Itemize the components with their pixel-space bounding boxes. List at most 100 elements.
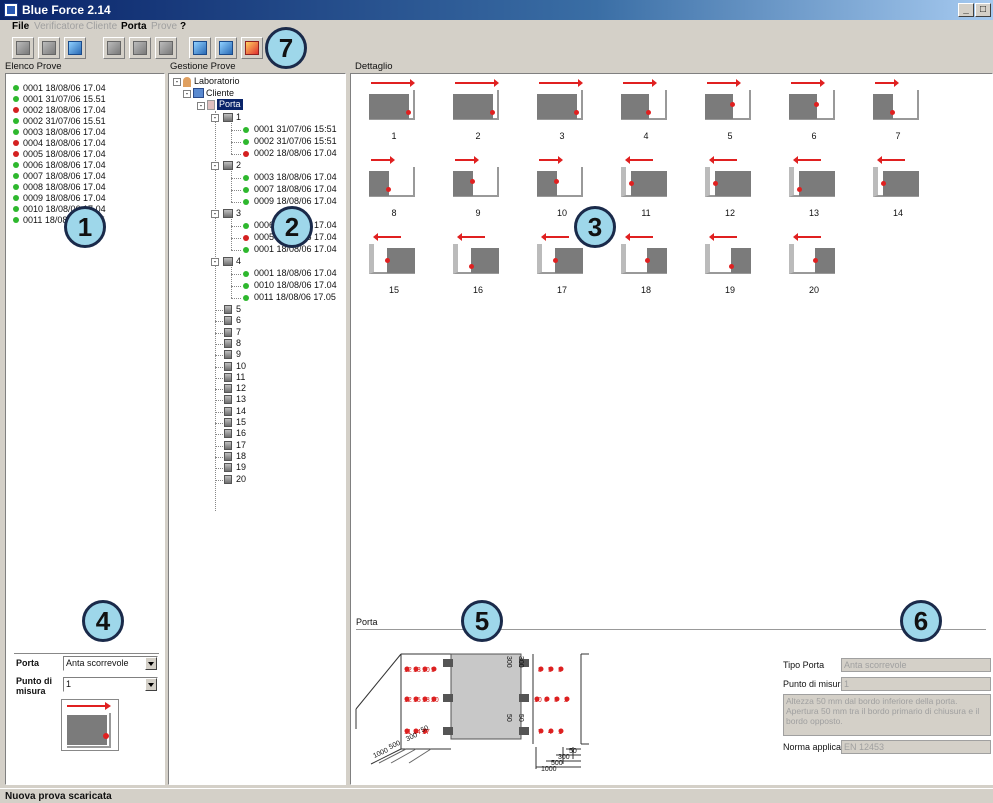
- position-thumbnail[interactable]: [453, 156, 503, 199]
- list-item[interactable]: 0008 18/08/06 17.04: [11, 182, 161, 193]
- open-test-button[interactable]: [12, 37, 34, 59]
- position-thumbnail[interactable]: [705, 156, 755, 199]
- tree-test-item[interactable]: 0010 18/08/06 17.04: [254, 280, 337, 291]
- tipo-porta-field[interactable]: Anta scorrevole: [841, 658, 991, 672]
- position-thumbnail[interactable]: [873, 156, 923, 199]
- door-group-icon: [224, 440, 232, 450]
- tree-group-label[interactable]: 19: [236, 462, 246, 473]
- position-thumbnail[interactable]: [621, 233, 671, 276]
- list-item[interactable]: 0001 18/08/06 17.04: [11, 83, 161, 94]
- tool-b-button[interactable]: [129, 37, 151, 59]
- tree-cliente[interactable]: Cliente: [206, 88, 234, 99]
- tree-group-label[interactable]: 3: [236, 208, 241, 219]
- tree-group-label[interactable]: 4: [236, 256, 241, 267]
- tree-laboratorio[interactable]: Laboratorio: [194, 76, 240, 87]
- position-thumbnail[interactable]: [705, 233, 755, 276]
- list-item[interactable]: 0003 18/08/06 17.04: [11, 127, 161, 138]
- collapse-icon[interactable]: -: [211, 114, 219, 122]
- tree-line: [231, 238, 241, 239]
- list-item[interactable]: 0006 18/08/06 17.04: [11, 160, 161, 171]
- save-test-button[interactable]: [38, 37, 60, 59]
- tool-a-button[interactable]: [103, 37, 125, 59]
- menu-file[interactable]: File: [12, 21, 29, 32]
- list-item[interactable]: 0005 18/08/06 17.04: [11, 149, 161, 160]
- tree-test-item[interactable]: 0002 31/07/06 15:51: [254, 136, 337, 147]
- tree-group-label[interactable]: 17: [236, 440, 246, 451]
- collapse-icon[interactable]: -: [173, 78, 181, 86]
- tree-group-label[interactable]: 9: [236, 349, 241, 360]
- collapse-icon[interactable]: -: [211, 258, 219, 266]
- porta-select[interactable]: Anta scorrevole: [63, 656, 158, 671]
- chevron-down-icon[interactable]: [145, 678, 157, 691]
- list-item[interactable]: 0001 31/07/06 15.51: [11, 94, 161, 105]
- maximize-button[interactable]: □: [975, 3, 991, 17]
- tree-group-label[interactable]: 6: [236, 315, 241, 326]
- tree-test-item[interactable]: 0001 18/08/06 17.04: [254, 268, 337, 279]
- punto-misura-field[interactable]: 1: [841, 677, 991, 691]
- tree-test-item[interactable]: 0001 31/07/06 15:51: [254, 124, 337, 135]
- minimize-button[interactable]: _: [958, 3, 974, 17]
- list-item[interactable]: 0004 18/08/06 17.04: [11, 138, 161, 149]
- chevron-down-icon[interactable]: [145, 657, 157, 670]
- door-button[interactable]: [189, 37, 211, 59]
- position-thumbnail[interactable]: [537, 156, 587, 199]
- position-thumbnail[interactable]: [369, 233, 419, 276]
- tree-test-item[interactable]: 0007 18/08/06 17.04: [254, 184, 337, 195]
- tree-group-label[interactable]: 13: [236, 394, 246, 405]
- tree-group-label[interactable]: 1: [236, 112, 241, 123]
- menu-cliente[interactable]: Cliente: [86, 21, 117, 32]
- menu-porta[interactable]: Porta: [121, 21, 147, 32]
- menu-prove[interactable]: Prove: [151, 21, 177, 32]
- tool-c-button[interactable]: [155, 37, 177, 59]
- point-label: 12: [404, 667, 412, 674]
- tree-group-label[interactable]: 12: [236, 383, 246, 394]
- tree-group-label[interactable]: 10: [236, 361, 246, 372]
- tree-group-label[interactable]: 7: [236, 327, 241, 338]
- tree-group-label[interactable]: 18: [236, 451, 246, 462]
- tree-group-label[interactable]: 16: [236, 428, 246, 439]
- position-thumbnail[interactable]: [873, 79, 923, 122]
- collapse-icon[interactable]: -: [197, 102, 205, 110]
- list-item[interactable]: 0002 18/08/06 17.04: [11, 105, 161, 116]
- position-thumbnail[interactable]: [789, 233, 839, 276]
- delete-button[interactable]: [241, 37, 263, 59]
- tree-test-item[interactable]: 0002 18/08/06 17.04: [254, 148, 337, 159]
- position-thumbnail[interactable]: [621, 79, 671, 122]
- menu-verificatore[interactable]: Verificatore: [34, 21, 84, 32]
- description-field[interactable]: Altezza 50 mm dal bordo inferiore della …: [783, 694, 991, 736]
- tree-group-label[interactable]: 11: [236, 372, 245, 383]
- position-thumbnail[interactable]: [369, 79, 419, 122]
- tree-test-item[interactable]: 0003 18/08/06 17.04: [254, 172, 337, 183]
- position-thumbnail[interactable]: [705, 79, 755, 122]
- collapse-icon[interactable]: -: [183, 90, 191, 98]
- tree-line: [215, 456, 223, 458]
- tree-group-label[interactable]: 2: [236, 160, 241, 171]
- tree-group-label[interactable]: 8: [236, 338, 241, 349]
- tree-group-label[interactable]: 14: [236, 406, 246, 417]
- door-color-button[interactable]: [215, 37, 237, 59]
- collapse-icon[interactable]: -: [211, 162, 219, 170]
- position-thumbnail[interactable]: [789, 156, 839, 199]
- position-thumbnail[interactable]: [621, 156, 671, 199]
- norma-field[interactable]: EN 12453: [841, 740, 991, 754]
- position-thumbnail[interactable]: [369, 156, 419, 199]
- position-thumbnail[interactable]: [453, 79, 503, 122]
- position-thumbnail[interactable]: [789, 79, 839, 122]
- door-group-icon: [224, 406, 232, 416]
- list-item[interactable]: 0007 18/08/06 17.04: [11, 171, 161, 182]
- status-dot-icon: [13, 107, 19, 113]
- tree-porta[interactable]: Porta: [217, 99, 243, 110]
- position-thumbnail[interactable]: [453, 233, 503, 276]
- position-thumbnail[interactable]: [537, 79, 587, 122]
- menu-help[interactable]: ?: [180, 21, 186, 32]
- tree-test-item[interactable]: 0011 18/08/06 17.05: [254, 292, 336, 303]
- punto-select[interactable]: 1: [63, 677, 158, 692]
- list-item[interactable]: 0002 31/07/06 15.51: [11, 116, 161, 127]
- tree-group-label[interactable]: 20: [236, 474, 246, 485]
- status-dot-icon: [243, 283, 249, 289]
- tree-group-label[interactable]: 5: [236, 304, 241, 315]
- export-button[interactable]: [64, 37, 86, 59]
- tree-group-label[interactable]: 15: [236, 417, 246, 428]
- collapse-icon[interactable]: -: [211, 210, 219, 218]
- list-item[interactable]: 0009 18/08/06 17.04: [11, 193, 161, 204]
